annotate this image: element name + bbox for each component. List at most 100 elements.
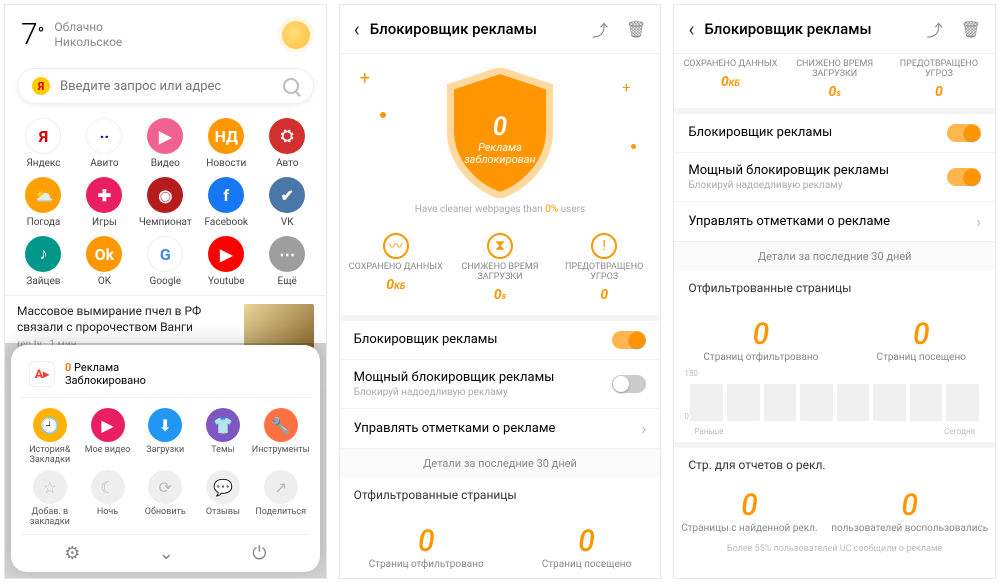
- app-shortcut[interactable]: Ok OK: [74, 234, 135, 289]
- tool-label: Темы: [211, 446, 234, 456]
- toggle-strong-adblock[interactable]: Мощный блокировщик рекламыБлокируй надое…: [674, 153, 995, 202]
- app-icon: ▶: [208, 236, 244, 272]
- app-icon: ▶: [147, 118, 183, 154]
- visited-pages-stat: 0Страниц посещено: [542, 524, 631, 570]
- app-shortcut[interactable]: Я Яндекс: [13, 116, 74, 171]
- toggle-switch[interactable]: [947, 168, 981, 186]
- manage-ad-marks[interactable]: Управлять отметками о рекламе›: [674, 202, 995, 242]
- weather-header[interactable]: 7° ОблачноНикольское: [5, 5, 326, 64]
- app-shortcut[interactable]: ·· Авито: [74, 116, 135, 171]
- app-icon: ⋯: [269, 236, 305, 272]
- search-bar[interactable]: Я: [17, 68, 314, 104]
- tool-button[interactable]: 🔧 Инструменты: [252, 408, 310, 466]
- app-shortcut[interactable]: ▶ Youtube: [196, 234, 257, 289]
- tool-button[interactable]: ⬇ Загрузки: [136, 408, 194, 466]
- app-shortcut[interactable]: ♪ Зайцев: [13, 234, 74, 289]
- app-shortcut[interactable]: ⋯ Ещё: [257, 234, 318, 289]
- tool-button[interactable]: ↗ Поделиться: [252, 470, 310, 528]
- filtered-pages-stat: 0Страниц отфильтровано: [703, 317, 818, 363]
- exit-button[interactable]: ⏻: [252, 543, 266, 564]
- yandex-icon: Я: [32, 77, 50, 95]
- stat-icon: 〰: [383, 233, 409, 259]
- tool-label: Обновить: [145, 508, 186, 518]
- back-button[interactable]: ‹: [354, 17, 360, 41]
- app-shortcut[interactable]: ⛭ Авто: [257, 116, 318, 171]
- toggle-switch[interactable]: [612, 375, 646, 393]
- toggle-adblock[interactable]: Блокировщик рекламы: [340, 321, 661, 360]
- tool-icon: 💬: [206, 470, 240, 504]
- stat-item: ПРЕДОТВРАЩЕНО УГРОЗ 0: [887, 60, 990, 100]
- app-shortcut[interactable]: G Google: [135, 234, 196, 289]
- tool-button[interactable]: 👕 Темы: [194, 408, 252, 466]
- adblock-detail-stats: ‹ Блокировщик рекламы ⤴ 🗑 СОХРАНЕНО ДАНН…: [673, 4, 996, 579]
- tool-icon: ⬇: [148, 408, 182, 442]
- app-label: Youtube: [208, 276, 245, 287]
- tool-label: Загрузки: [146, 446, 184, 456]
- stat-icon: ⧗: [487, 233, 513, 259]
- app-icon: f: [208, 177, 244, 213]
- news-title: Массовое вымирание пчел в РФ связали с п…: [17, 304, 234, 335]
- toggle-adblock[interactable]: Блокировщик рекламы: [674, 114, 995, 153]
- section-heading: Стр. для отчетов о рекл.: [674, 442, 995, 482]
- visited-pages-stat: 0Страниц посещено: [877, 317, 966, 363]
- app-label: Авито: [90, 158, 118, 169]
- app-shortcut[interactable]: НД Новости: [196, 116, 257, 171]
- app-shortcut[interactable]: ▶ Видео: [135, 116, 196, 171]
- tool-icon: 🕘: [33, 408, 67, 442]
- city-name: Никольское: [54, 35, 122, 50]
- tool-label: Добав. в закладки: [21, 508, 79, 528]
- manage-ad-marks[interactable]: Управлять отметками о рекламе›: [340, 409, 661, 449]
- share-icon[interactable]: ⤴: [927, 17, 943, 41]
- reported-pages-stat: 0Страницы с найденной рекл.: [681, 488, 817, 534]
- tool-icon: ↗: [264, 470, 298, 504]
- tool-button[interactable]: ⟳ Обновить: [136, 470, 194, 528]
- bar-chart: 150 0: [674, 369, 995, 425]
- app-label: Яндекс: [26, 158, 60, 169]
- search-icon[interactable]: [283, 78, 299, 94]
- app-shortcut[interactable]: f Facebook: [196, 175, 257, 230]
- trash-icon[interactable]: 🗑: [961, 20, 981, 39]
- app-label: Авто: [276, 158, 299, 169]
- back-button[interactable]: ‹: [688, 17, 694, 41]
- tool-button[interactable]: 💬 Отзывы: [194, 470, 252, 528]
- stat-icon: !: [591, 233, 617, 259]
- trash-icon[interactable]: 🗑: [626, 20, 646, 39]
- app-shortcut[interactable]: ⛅ Погода: [13, 175, 74, 230]
- tool-label: Инструменты: [252, 446, 310, 456]
- app-label: Погода: [27, 217, 61, 228]
- app-icon: ✔: [269, 177, 305, 213]
- home-screen: 7° ОблачноНикольское Я Я Яндекс ·· Авито…: [4, 4, 327, 579]
- app-icon: ◉: [147, 177, 183, 213]
- app-label: Новости: [206, 158, 246, 169]
- search-input[interactable]: [60, 79, 273, 94]
- news-thumbnail: [244, 304, 314, 348]
- app-shortcut[interactable]: ✚ Игры: [74, 175, 135, 230]
- stat-item: СНИЖЕНО ВРЕМЯ ЗАГРУЗКИ 0s: [783, 60, 886, 100]
- collapse-button[interactable]: ⌄: [159, 543, 174, 564]
- stat-item: ⧗ СНИЖЕНО ВРЕМЯ ЗАГРУЗКИ 0s: [448, 233, 551, 303]
- chevron-right-icon: ›: [642, 419, 647, 438]
- tool-button[interactable]: ▶ Мое видео: [79, 408, 137, 466]
- chevron-right-icon: ›: [976, 212, 981, 231]
- footnote: Более 55% пользователей UC сообщили о ре…: [674, 536, 995, 562]
- tool-button[interactable]: ☾ Ночь: [79, 470, 137, 528]
- section-heading: Отфильтрованные страницы: [674, 271, 995, 305]
- tool-button[interactable]: 🕘 История& Закладки: [21, 408, 79, 466]
- app-icon: ⛅: [25, 177, 61, 213]
- app-icon: ✚: [86, 177, 122, 213]
- adblock-detail-shield: ‹ Блокировщик рекламы ⤴ 🗑 + + 0Рекламаза…: [339, 4, 662, 579]
- app-shortcut[interactable]: ◉ Чемпионат: [135, 175, 196, 230]
- share-icon[interactable]: ⤴: [592, 17, 608, 41]
- filtered-pages-stat: 0Страниц отфильтровано: [369, 524, 484, 570]
- app-shortcut[interactable]: ✔ VK: [257, 175, 318, 230]
- tool-icon: ⟳: [148, 470, 182, 504]
- toggle-switch[interactable]: [612, 331, 646, 349]
- settings-button[interactable]: ⚙: [64, 543, 80, 564]
- tool-button[interactable]: ☆ Добав. в закладки: [21, 470, 79, 528]
- adblock-summary[interactable]: A▸ 0 РекламаЗаблокировано: [21, 355, 310, 398]
- app-label: Игры: [92, 217, 117, 228]
- toggle-switch[interactable]: [947, 124, 981, 142]
- app-icon: ♪: [25, 236, 61, 272]
- toggle-strong-adblock[interactable]: Мощный блокировщик рекламыБлокируй надое…: [340, 360, 661, 409]
- app-icon: ⛭: [269, 118, 305, 154]
